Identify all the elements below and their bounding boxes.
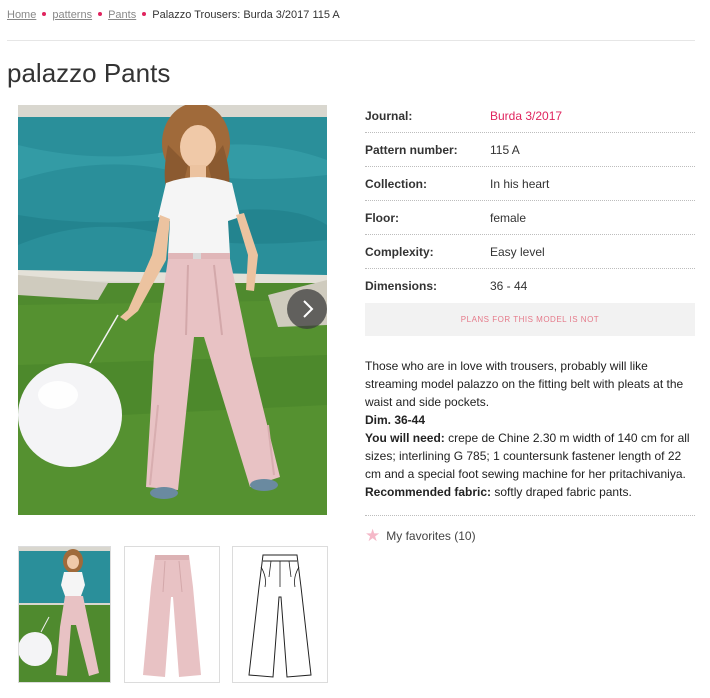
spec-row-complexity: Complexity: Easy level — [365, 235, 695, 269]
spec-row-pattern-number: Pattern number: 115 A — [365, 133, 695, 167]
spec-label: Collection: — [365, 176, 427, 191]
breadcrumb: Home patterns Pants Palazzo Trousers: Burda… — [7, 9, 340, 21]
product-description: Those who are in love with trousers, pro… — [365, 357, 695, 501]
spec-row-journal: Journal: Burda 3/2017 — [365, 99, 695, 133]
page-title: palazzo Pants — [7, 58, 171, 88]
breadcrumb-patterns-link[interactable]: patterns — [52, 9, 92, 21]
breadcrumb-separator — [142, 12, 147, 17]
description-intro: Those who are in love with trousers, pro… — [365, 359, 684, 409]
star-icon: ★ — [365, 526, 381, 545]
description-fabric-text: softly draped fabric pants. — [491, 485, 632, 499]
plans-notice: PLANS FOR THIS MODEL IS NOT — [365, 303, 695, 336]
description-need-label: You will need: — [365, 431, 445, 445]
divider — [7, 40, 695, 41]
breadcrumb-current: Palazzo Trousers: Burda 3/2017 115 A — [152, 9, 340, 21]
spec-label: Journal: — [365, 108, 413, 123]
spec-row-dimensions: Dimensions: 36 - 44 — [365, 269, 695, 302]
spec-value: 36 - 44 — [490, 278, 528, 293]
spec-row-collection: Collection: In his heart — [365, 167, 695, 201]
spec-label: Floor: — [365, 210, 399, 225]
next-image-button[interactable] — [287, 289, 327, 329]
chevron-right-icon — [303, 300, 314, 318]
breadcrumb-home-link[interactable]: Home — [7, 9, 36, 21]
breadcrumb-separator — [98, 12, 103, 17]
spec-value: 115 A — [490, 142, 520, 157]
spec-label: Complexity: — [365, 244, 434, 259]
spec-row-floor: Floor: female — [365, 201, 695, 235]
thumbnail-technical-drawing[interactable] — [232, 546, 328, 683]
description-dimensions: Dim. 36-44 — [365, 413, 426, 427]
breadcrumb-pants-link[interactable]: Pants — [108, 9, 136, 21]
spec-value: In his heart — [490, 176, 550, 191]
description-fabric-label: Recommended fabric: — [365, 485, 492, 499]
main-product-photo[interactable] — [18, 105, 327, 515]
spec-label: Pattern number: — [365, 142, 458, 157]
spec-value: female — [490, 210, 527, 225]
spec-value: Easy level — [490, 244, 545, 259]
spec-label: Dimensions: — [365, 278, 438, 293]
divider — [365, 515, 695, 516]
specs-table: Journal: Burda 3/2017 Pattern number: 11… — [365, 99, 695, 302]
journal-link[interactable]: Burda 3/2017 — [490, 109, 562, 123]
favorites-button[interactable]: ★ My favorites (10) — [365, 527, 476, 544]
breadcrumb-separator — [42, 12, 47, 17]
thumbnail-pants[interactable] — [124, 546, 220, 683]
thumbnail-photo[interactable] — [18, 546, 111, 683]
favorites-label: My favorites (10) — [386, 528, 476, 543]
